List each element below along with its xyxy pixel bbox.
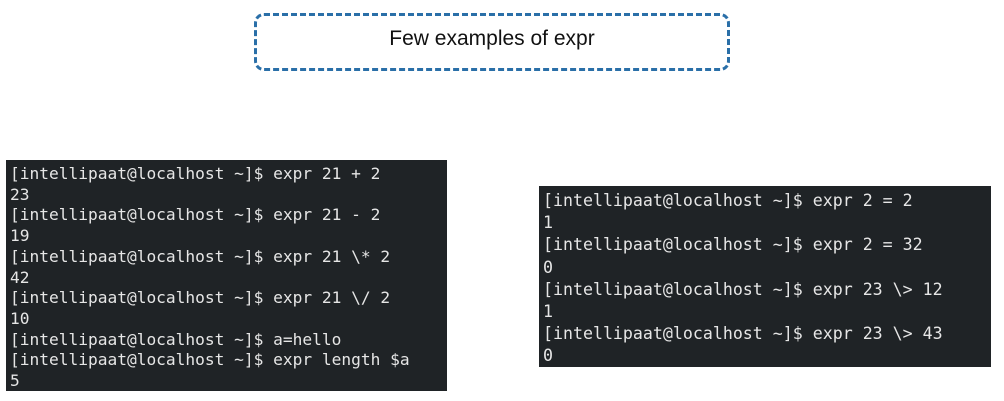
terminal-window-left[interactable]: [intellipaat@localhost ~]$ expr 21 + 2 2… [6, 160, 447, 391]
terminal-output: 0 [543, 346, 553, 366]
terminal-output: 1 [543, 302, 553, 322]
terminal-line: [intellipaat@localhost ~]$ expr 21 \/ 2 [10, 288, 391, 308]
terminal-line: [intellipaat@localhost ~]$ expr 21 \* 2 [10, 246, 391, 266]
terminal-output: 10 [10, 308, 30, 328]
terminal-output: 5 [10, 371, 20, 391]
terminal-output: 42 [10, 267, 30, 287]
terminal-output: 0 [543, 257, 553, 277]
terminal-line: [intellipaat@localhost ~]$ expr 2 = 32 [543, 235, 923, 255]
terminal-line: [intellipaat@localhost ~]$ expr 21 - 2 [10, 205, 381, 225]
terminal-line: [intellipaat@localhost ~]$ a=hello [10, 329, 342, 349]
terminal-output: 19 [10, 226, 30, 246]
page-title: Few examples of expr [389, 27, 595, 50]
terminal-line: [intellipaat@localhost ~]$ expr 21 + 2 [10, 164, 381, 183]
terminal-output: 23 [10, 184, 30, 204]
terminal-output: 1 [543, 213, 553, 233]
terminal-window-right[interactable]: [intellipaat@localhost ~]$ expr 2 = 2 1 … [539, 186, 991, 367]
terminal-line: [intellipaat@localhost ~]$ expr 23 \> 43 [543, 324, 943, 344]
terminal-line: [intellipaat@localhost ~]$ expr 23 \> 12 [543, 279, 943, 299]
terminal-line: [intellipaat@localhost ~]$ expr length $… [10, 350, 410, 370]
terminal-line: [intellipaat@localhost ~]$ expr 2 = 2 [543, 191, 913, 210]
title-box: Few examples of expr [254, 13, 730, 71]
